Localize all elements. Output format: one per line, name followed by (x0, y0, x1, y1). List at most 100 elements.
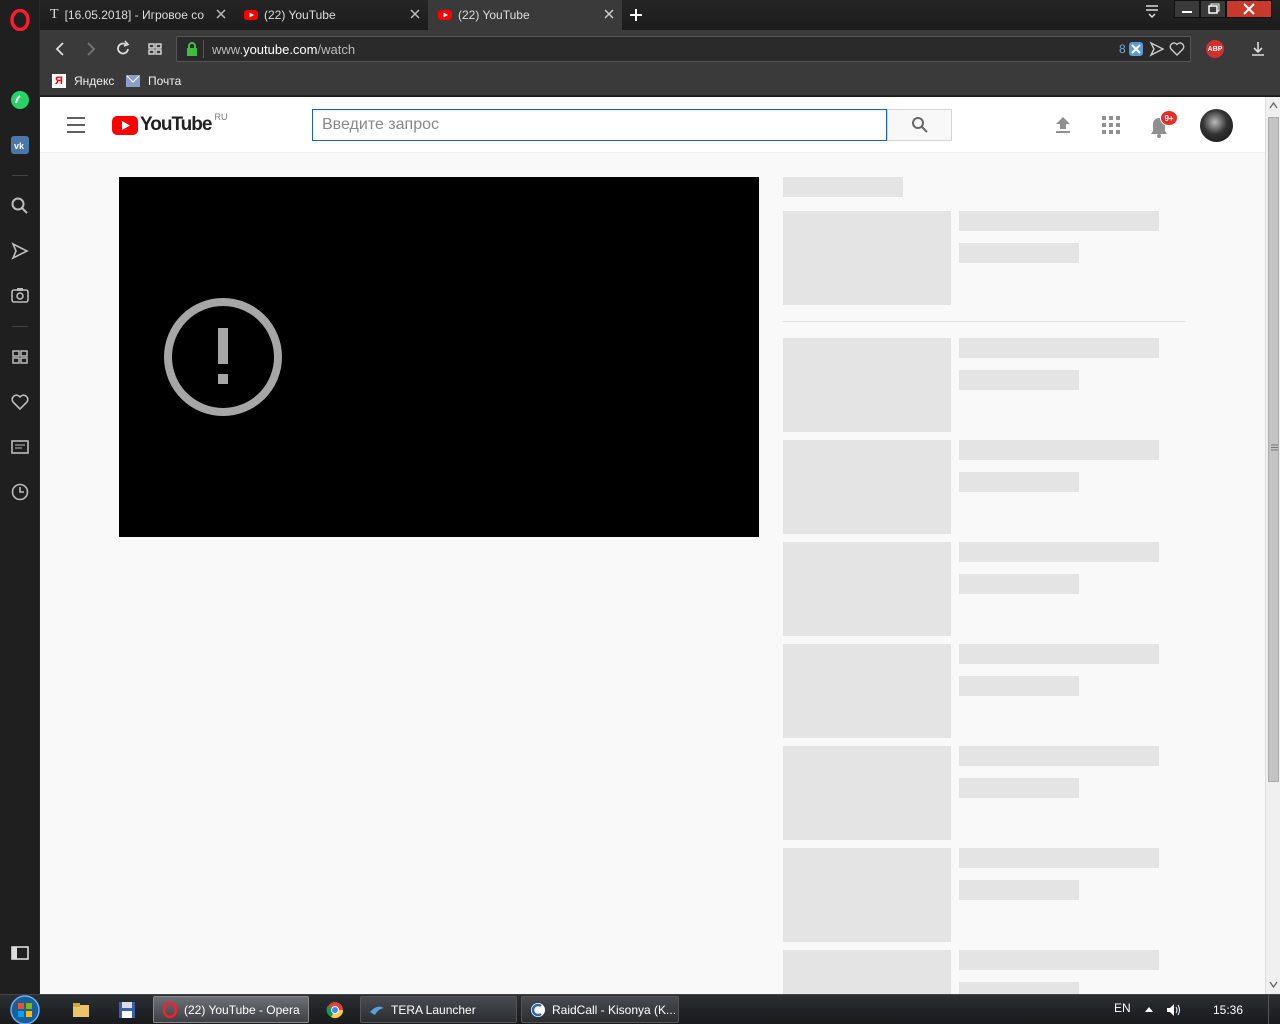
skeleton-title (959, 644, 1159, 664)
youtube-icon (438, 10, 452, 20)
minimize-button[interactable] (1174, 0, 1200, 18)
restore-button[interactable] (1200, 0, 1226, 18)
save-icon[interactable] (118, 1001, 136, 1019)
youtube-logo[interactable]: YouTube RU (112, 112, 228, 136)
skeleton-meta (959, 778, 1079, 798)
scroll-down-icon[interactable] (1269, 981, 1278, 989)
skeleton-title (959, 950, 1159, 970)
skeleton-meta (959, 472, 1079, 492)
search-input[interactable] (312, 109, 887, 141)
close-icon[interactable] (214, 7, 228, 21)
youtube-header: YouTube RU 9+ (40, 97, 1265, 153)
scrollbar[interactable] (1265, 97, 1280, 994)
windows-logo-icon (10, 995, 40, 1024)
tab-title: [16.05.2018] - Игровое со (64, 8, 205, 22)
new-tab-icon[interactable] (629, 8, 643, 22)
skeleton-title (959, 746, 1159, 766)
scrollbar-thumb[interactable] (1268, 117, 1279, 782)
vk-icon[interactable]: vk (8, 133, 32, 157)
shield-icon[interactable] (1128, 41, 1144, 57)
address-bar[interactable]: www.youtube.com/watch 8 (176, 36, 1191, 62)
avatar[interactable] (1200, 109, 1233, 142)
tab-forum[interactable]: T [16.05.2018] - Игровое со (40, 0, 234, 30)
speed-dial-icon[interactable] (8, 345, 32, 369)
skeleton-heading (783, 177, 903, 197)
tab-title: (22) YouTube (458, 8, 530, 22)
skeleton-meta (959, 676, 1079, 696)
bookmark-mail[interactable]: Почта (126, 74, 181, 88)
chrome-icon[interactable] (326, 1001, 344, 1019)
heart-icon[interactable] (8, 390, 32, 414)
skeleton-thumbnail (783, 644, 951, 738)
skeleton-thumbnail (783, 440, 951, 534)
apps-icon[interactable] (1100, 114, 1122, 136)
adblock-icon[interactable]: ABP (1206, 40, 1224, 58)
svg-text:vk: vk (14, 141, 25, 151)
show-desktop-button[interactable] (1268, 995, 1280, 1024)
skeleton-thumbnail (783, 211, 951, 305)
history-icon[interactable] (8, 480, 32, 504)
tab-bar: T [16.05.2018] - Игровое со (22) YouTube… (40, 0, 1280, 30)
forward-icon[interactable] (81, 39, 101, 59)
taskbar-item-raidcall[interactable]: RaidCall - Kisonya (K... (521, 996, 679, 1023)
speed-dial-icon[interactable] (145, 39, 165, 59)
close-window-button[interactable] (1226, 0, 1272, 18)
volume-icon[interactable] (1165, 1002, 1183, 1018)
hamburger-menu-icon[interactable] (65, 115, 87, 135)
tab-youtube-1[interactable]: (22) YouTube (234, 0, 428, 30)
scroll-up-icon[interactable] (1269, 101, 1278, 109)
clock[interactable]: 15:36 (1213, 1003, 1243, 1017)
start-button[interactable] (8, 995, 44, 1024)
bookmark-yandex[interactable]: Я Яндекс (52, 74, 114, 88)
download-icon[interactable] (1248, 39, 1268, 59)
skeleton-thumbnail (783, 542, 951, 636)
send-icon[interactable] (1149, 41, 1165, 57)
taskbar-label: (22) YouTube - Opera (184, 1002, 300, 1017)
skeleton-thumbnail (783, 950, 951, 994)
tab-youtube-2[interactable]: (22) YouTube (428, 0, 622, 30)
close-icon[interactable] (408, 7, 422, 21)
whatsapp-icon[interactable] (8, 88, 32, 112)
raidcall-icon (531, 1002, 545, 1017)
tab-menu-icon[interactable] (1144, 3, 1160, 19)
opera-menu-icon[interactable] (8, 8, 32, 32)
logo-region: RU (214, 112, 228, 122)
mail-icon (126, 75, 140, 87)
send-icon[interactable] (8, 239, 32, 263)
news-icon[interactable] (8, 435, 32, 459)
bookmarks-bar: Я Яндекс Почта (40, 68, 1280, 96)
video-player[interactable] (119, 177, 759, 537)
lock-icon (187, 42, 197, 56)
tera-icon (370, 1006, 384, 1015)
skeleton-title (959, 848, 1159, 868)
navigation-bar: www.youtube.com/watch 8 ABP (40, 30, 1280, 68)
skeleton-meta (959, 574, 1079, 594)
skeleton-thumbnail (783, 338, 951, 432)
sidebar-toggle-icon[interactable] (8, 941, 32, 965)
explorer-icon[interactable] (72, 1001, 90, 1019)
taskbar-item-tera[interactable]: TERA Launcher (360, 996, 517, 1023)
skeleton-meta (959, 243, 1079, 263)
back-icon[interactable] (50, 39, 70, 59)
taskbar-item-opera[interactable]: (22) YouTube - Opera (153, 996, 309, 1023)
youtube-icon (244, 10, 258, 20)
url-text[interactable]: www.youtube.com/watch (212, 42, 355, 57)
skeleton-title (959, 440, 1159, 460)
tray-expand-icon[interactable] (1144, 1005, 1154, 1013)
tracker-count: 8 (1119, 42, 1126, 56)
search-icon[interactable] (8, 194, 32, 218)
heart-icon[interactable] (1169, 41, 1185, 57)
upload-icon[interactable] (1052, 114, 1074, 136)
reload-icon[interactable] (113, 39, 133, 59)
camera-icon[interactable] (8, 283, 32, 307)
skeleton-thumbnail (783, 848, 951, 942)
skeleton-thumbnail (783, 746, 951, 840)
error-icon (164, 298, 282, 416)
search-button[interactable] (887, 109, 952, 141)
notifications-button[interactable]: 9+ (1146, 110, 1178, 141)
close-icon[interactable] (602, 7, 616, 21)
youtube-page: YouTube RU 9+ (40, 97, 1265, 994)
language-indicator[interactable]: EN (1114, 1001, 1131, 1015)
tab-title: (22) YouTube (264, 8, 336, 22)
bookmark-label: Яндекс (74, 74, 115, 88)
